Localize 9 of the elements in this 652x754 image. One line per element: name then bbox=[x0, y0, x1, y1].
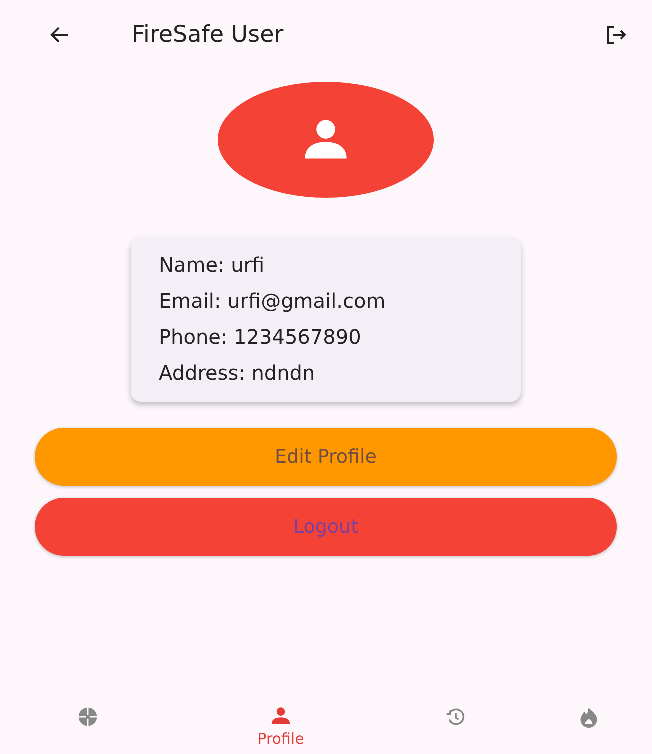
edit-profile-button[interactable]: Edit Profile bbox=[35, 428, 617, 486]
nav-label[interactable]: Profile bbox=[258, 730, 304, 748]
profile-field: Phone: 1234567890 bbox=[159, 322, 493, 352]
logout-icon[interactable] bbox=[604, 23, 628, 47]
profile-field: Name: urfi bbox=[159, 250, 493, 280]
profile-field: Email: urfi@gmail.com bbox=[159, 286, 493, 316]
profile-field: Address: ndndn bbox=[159, 358, 493, 388]
logout-button[interactable]: Logout bbox=[35, 498, 617, 556]
app-title: FireSafe User bbox=[132, 22, 285, 48]
